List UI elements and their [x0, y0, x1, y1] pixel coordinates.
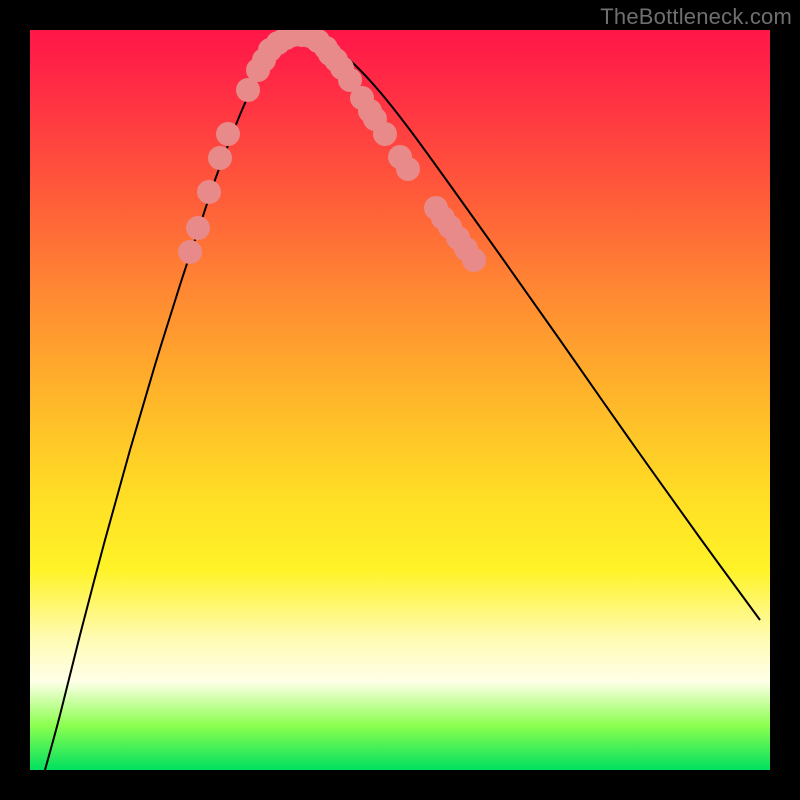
highlight-dot — [197, 180, 221, 204]
highlight-dot — [431, 206, 455, 230]
highlight-dot — [246, 58, 270, 82]
highlight-dot — [388, 145, 412, 169]
highlight-dot — [258, 38, 282, 62]
highlight-dot — [208, 146, 232, 170]
highlight-dot — [298, 30, 322, 48]
highlight-dot — [338, 68, 362, 92]
highlight-dot — [274, 30, 298, 50]
chart-stage: TheBottleneck.com — [0, 0, 800, 800]
plot-area — [30, 30, 770, 770]
watermark-text: TheBottleneck.com — [600, 4, 792, 30]
highlight-dot — [281, 30, 305, 47]
bottleneck-curve — [45, 35, 760, 770]
highlight-dot — [350, 86, 374, 110]
curve-layer — [30, 30, 770, 770]
highlight-dot — [330, 56, 354, 80]
highlight-dot — [178, 240, 202, 264]
highlight-dot — [373, 122, 397, 146]
highlight-dot — [266, 31, 290, 55]
highlight-dot — [318, 42, 342, 66]
highlight-dot — [446, 226, 470, 250]
highlight-dot — [424, 196, 448, 220]
highlight-dot — [363, 107, 387, 131]
highlight-dot — [324, 48, 348, 72]
highlight-dot — [216, 122, 240, 146]
highlight-dot — [236, 78, 260, 102]
highlight-dot — [358, 99, 382, 123]
highlight-dot — [438, 215, 462, 239]
highlight-dot — [306, 30, 330, 53]
highlight-dot — [186, 216, 210, 240]
highlight-dot — [462, 248, 486, 272]
highlight-dot — [454, 237, 478, 261]
highlight-dot — [252, 48, 276, 72]
highlight-dot — [396, 157, 420, 181]
highlight-dot — [290, 30, 314, 47]
highlight-dot — [314, 36, 338, 60]
